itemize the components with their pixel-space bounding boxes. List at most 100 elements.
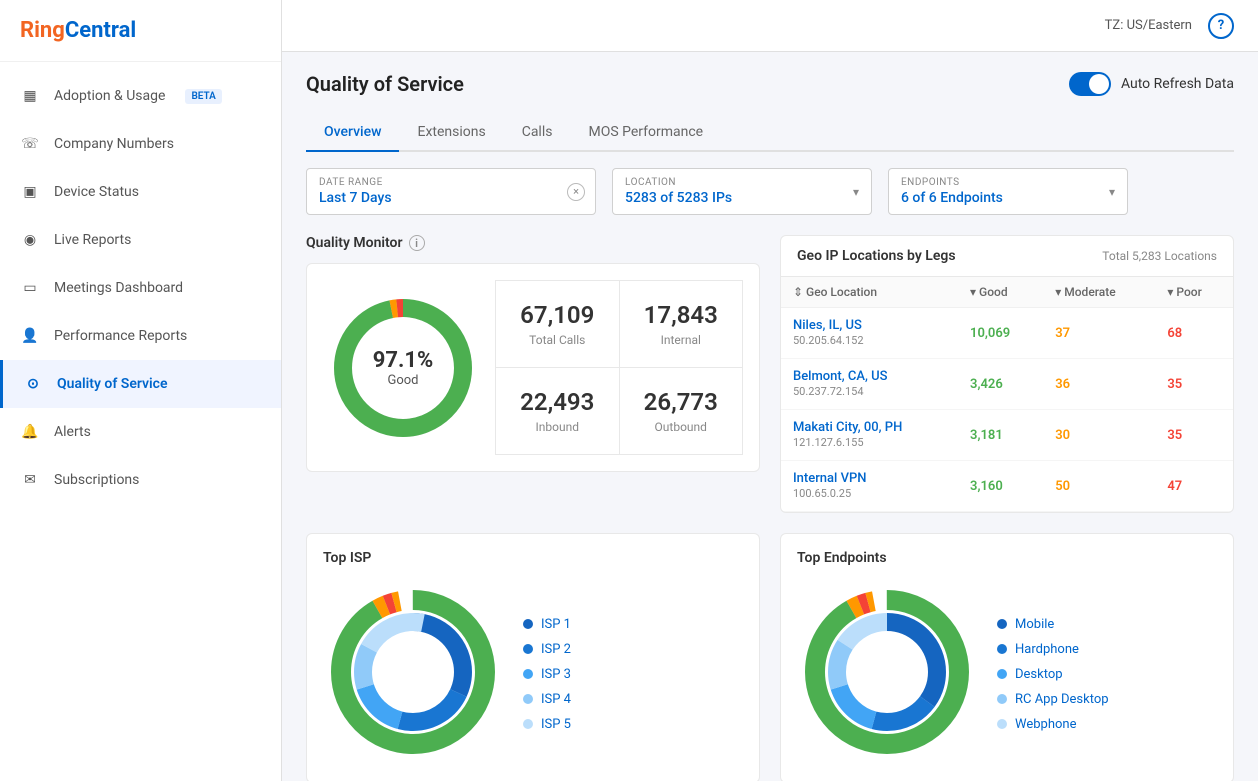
main-content: TZ: US/Eastern ? Quality of Service Auto… [282, 0, 1258, 781]
stat-label: Internal [640, 333, 723, 347]
isp-legend-item-2[interactable]: ISP 2 [523, 642, 571, 657]
nav-label-company-numbers: Company Numbers [54, 136, 174, 152]
location-filter[interactable]: LOCATION 5283 of 5283 IPs ▾ [612, 168, 872, 215]
stat-internal: 17,843 Internal [620, 281, 743, 367]
isp-legend-label-3: ISP 3 [541, 667, 571, 682]
sidebar: RingCentral ▦ Adoption & Usage BETA ☏ Co… [0, 0, 282, 781]
isp-legend-dot-1 [523, 619, 533, 629]
sidebar-item-company-numbers[interactable]: ☏ Company Numbers [0, 120, 281, 168]
timezone-label: TZ: US/Eastern [1105, 18, 1192, 33]
geo-col-poor: ▾ Poor [1155, 277, 1233, 308]
bottom-charts-section: Top ISP [306, 533, 1234, 781]
stat-inbound: 22,493 Inbound [496, 368, 619, 454]
quality-monitor-panel: Quality Monitor i [306, 235, 760, 513]
date-range-clear[interactable]: × [567, 183, 585, 201]
donut-percent: 97.1% [373, 348, 434, 373]
auto-refresh-label: Auto Refresh Data [1121, 76, 1234, 92]
endpoint-legend-label-2: Hardphone [1015, 642, 1079, 657]
logo: RingCentral [0, 0, 281, 62]
isp-legend-label-5: ISP 5 [541, 717, 571, 732]
isp-legend-item-4[interactable]: ISP 4 [523, 692, 571, 707]
sidebar-item-performance-reports[interactable]: 👤 Performance Reports [0, 312, 281, 360]
stat-value: 17,843 [640, 301, 723, 329]
location-value: 5283 of 5283 IPs [625, 190, 835, 206]
geo-location-name[interactable]: Makati City, 00, PH [793, 420, 946, 435]
sidebar-item-device-status[interactable]: ▣ Device Status [0, 168, 281, 216]
geo-ip: 50.237.72.154 [793, 385, 864, 398]
sidebar-item-alerts[interactable]: 🔔 Alerts [0, 408, 281, 456]
nav-label-device-status: Device Status [54, 184, 139, 200]
isp-legend-dot-4 [523, 694, 533, 704]
geo-ip: 121.127.6.155 [793, 436, 864, 449]
toggle-knob [1089, 74, 1109, 94]
geo-table: ⇕ Geo Location▾ Good▾ Moderate▾ Poor Nil… [781, 277, 1233, 512]
quality-monitor-info-icon[interactable]: i [409, 235, 425, 251]
geo-subtitle: Total 5,283 Locations [1102, 249, 1217, 263]
donut-label: 97.1% Good [373, 348, 434, 388]
endpoint-legend-dot-4 [997, 694, 1007, 704]
endpoint-legend-label-4: RC App Desktop [1015, 692, 1109, 707]
donut-text: Good [373, 373, 434, 388]
isp-legend-dot-5 [523, 719, 533, 729]
logo-central: Central [65, 18, 136, 43]
isp-legend-item-1[interactable]: ISP 1 [523, 617, 571, 632]
tab-overview[interactable]: Overview [306, 114, 399, 152]
sidebar-item-live-reports[interactable]: ◉ Live Reports [0, 216, 281, 264]
stat-value: 67,109 [516, 301, 599, 329]
endpoints-filter[interactable]: ENDPOINTS 6 of 6 Endpoints ▾ [888, 168, 1128, 215]
nav-label-meetings-dashboard: Meetings Dashboard [54, 280, 183, 296]
stat-label: Inbound [516, 420, 599, 434]
nav-label-alerts: Alerts [54, 424, 91, 440]
badge-adoption: BETA [185, 89, 221, 104]
nav-label-live-reports: Live Reports [54, 232, 131, 248]
geo-moderate-value: 30 [1043, 410, 1155, 461]
endpoints-legend: Mobile Hardphone Desktop RC App Desktop … [997, 617, 1109, 732]
main-content-area: Quality of Service Auto Refresh Data Ove… [282, 52, 1258, 781]
location-arrow-icon: ▾ [853, 185, 859, 199]
isp-legend-item-5[interactable]: ISP 5 [523, 717, 571, 732]
sidebar-item-quality-of-service[interactable]: ⊙ Quality of Service [0, 360, 281, 408]
top-isp-panel: Top ISP [306, 533, 760, 781]
top-endpoints-content: Mobile Hardphone Desktop RC App Desktop … [797, 582, 1217, 766]
tab-mos-performance[interactable]: MOS Performance [570, 114, 721, 152]
auto-refresh-control: Auto Refresh Data [1069, 72, 1234, 96]
geo-table-row: Makati City, 00, PH 121.127.6.155 3,181 … [781, 410, 1233, 461]
sidebar-item-meetings-dashboard[interactable]: ▭ Meetings Dashboard [0, 264, 281, 312]
stat-outbound: 26,773 Outbound [620, 368, 743, 454]
geo-location-name[interactable]: Belmont, CA, US [793, 369, 946, 384]
geo-title: Geo IP Locations by Legs [797, 248, 956, 264]
isp-legend: ISP 1 ISP 2 ISP 3 ISP 4 ISP 5 [523, 617, 571, 732]
tab-calls[interactable]: Calls [504, 114, 571, 152]
endpoint-legend-label-1: Mobile [1015, 617, 1054, 632]
auto-refresh-toggle[interactable] [1069, 72, 1111, 96]
stat-total-calls: 67,109 Total Calls [496, 281, 619, 367]
geo-col-moderate: ▾ Moderate [1043, 277, 1155, 308]
stats-grid: 67,109 Total Calls 17,843 Internal 22,49… [495, 280, 743, 455]
endpoints-value: 6 of 6 Endpoints [901, 190, 1091, 206]
geo-ip: 100.65.0.25 [793, 487, 851, 500]
top-isp-title: Top ISP [323, 550, 743, 566]
sidebar-item-subscriptions[interactable]: ✉ Subscriptions [0, 456, 281, 504]
endpoints-arrow-icon: ▾ [1109, 185, 1115, 199]
help-button[interactable]: ? [1208, 13, 1234, 39]
geo-moderate-value: 50 [1043, 461, 1155, 512]
endpoint-legend-item-5[interactable]: Webphone [997, 717, 1109, 732]
quality-icon: ⊙ [23, 374, 43, 394]
geo-good-value: 10,069 [958, 308, 1043, 359]
nav-label-performance-reports: Performance Reports [54, 328, 187, 344]
endpoint-legend-item-3[interactable]: Desktop [997, 667, 1109, 682]
isp-legend-label-1: ISP 1 [541, 617, 571, 632]
sidebar-item-adoption[interactable]: ▦ Adoption & Usage BETA [0, 72, 281, 120]
geo-poor-value: 68 [1155, 308, 1233, 359]
isp-legend-item-3[interactable]: ISP 3 [523, 667, 571, 682]
date-range-filter[interactable]: DATE RANGE Last 7 Days × [306, 168, 596, 215]
logo-ring: Ring [20, 18, 65, 43]
isp-legend-label-4: ISP 4 [541, 692, 571, 707]
geo-location-name[interactable]: Niles, IL, US [793, 318, 946, 333]
endpoint-legend-item-2[interactable]: Hardphone [997, 642, 1109, 657]
tab-extensions[interactable]: Extensions [399, 114, 503, 152]
geo-good-value: 3,426 [958, 359, 1043, 410]
geo-location-name[interactable]: Internal VPN [793, 471, 946, 486]
endpoint-legend-item-4[interactable]: RC App Desktop [997, 692, 1109, 707]
endpoint-legend-item-1[interactable]: Mobile [997, 617, 1109, 632]
